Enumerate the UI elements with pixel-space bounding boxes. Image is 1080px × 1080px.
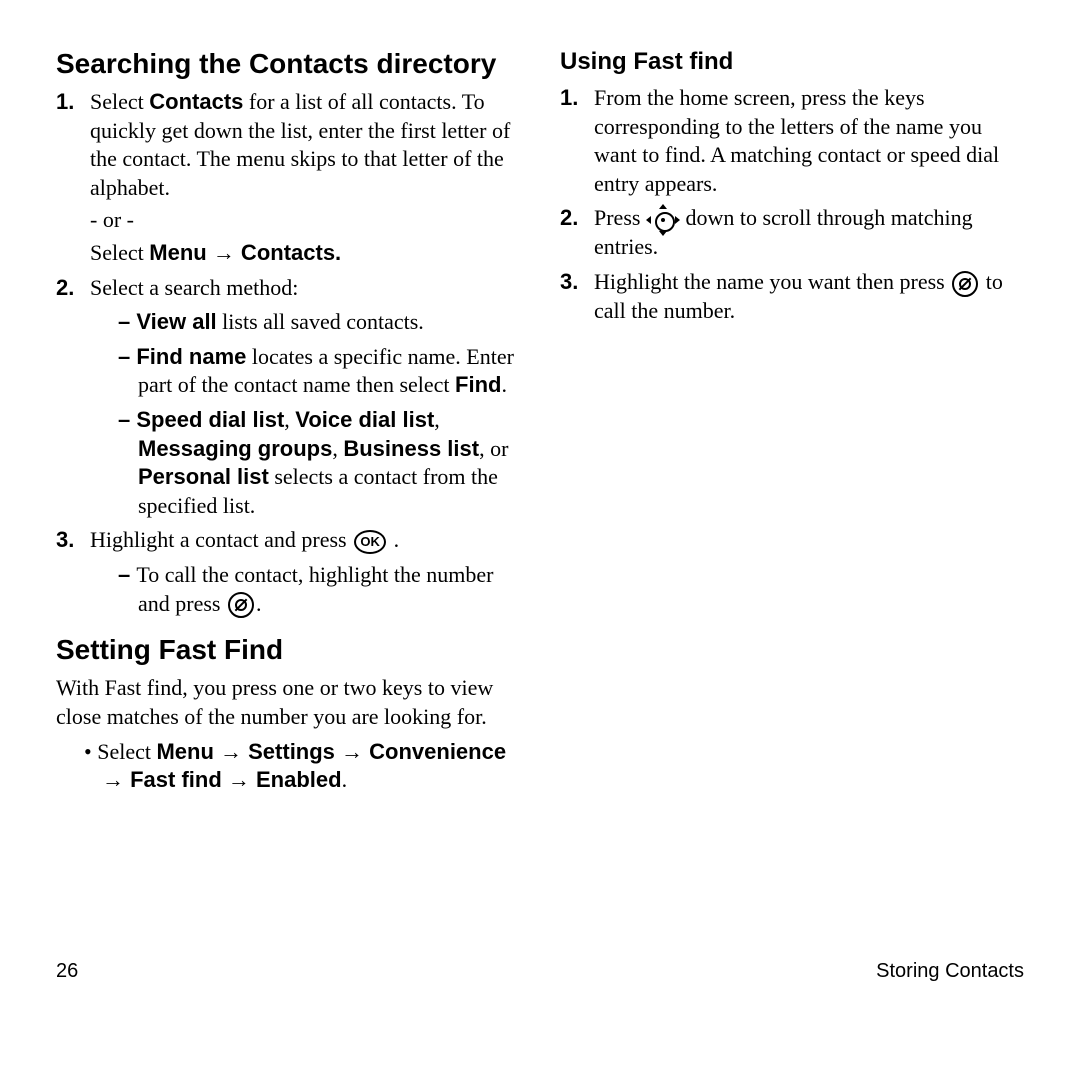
fast-find-desc: With Fast find, you press one or two key… bbox=[56, 674, 520, 731]
text: Highlight the name you want then press bbox=[594, 269, 950, 294]
heading-setting-fast-find: Setting Fast Find bbox=[56, 634, 520, 666]
text: lists all saved contacts. bbox=[217, 309, 424, 334]
bold: Find name bbox=[136, 344, 246, 369]
page-number: 26 bbox=[56, 960, 78, 983]
text: , bbox=[332, 436, 343, 461]
text: Select bbox=[97, 739, 156, 764]
ff-step-1: From the home screen, press the keys cor… bbox=[590, 84, 1024, 198]
bold-menu-contacts: Menu → Contacts. bbox=[149, 240, 341, 265]
bold: Business list bbox=[343, 436, 479, 461]
page-content: Searching the Contacts directory Select … bbox=[0, 0, 1080, 960]
text: . bbox=[501, 372, 507, 397]
nav-key-icon bbox=[648, 207, 678, 233]
method-find-name: Find name locates a specific name. Enter… bbox=[118, 343, 520, 400]
search-methods: View all lists all saved contacts. Find … bbox=[90, 308, 520, 520]
fast-find-steps: Select Menu → Settings → Convenience → F… bbox=[56, 738, 520, 795]
bold-contacts: Contacts bbox=[149, 89, 243, 114]
step3-sub: To call the contact, highlight the numbe… bbox=[90, 561, 520, 619]
heading-searching-contacts: Searching the Contacts directory bbox=[56, 48, 520, 80]
text: Select bbox=[90, 240, 149, 265]
search-steps: Select Contacts for a list of all contac… bbox=[56, 88, 520, 618]
text: To call the contact, highlight the numbe… bbox=[136, 562, 493, 616]
call-contact: To call the contact, highlight the numbe… bbox=[118, 561, 520, 619]
bold-path: Menu → Settings → Convenience → Fast fin… bbox=[102, 739, 506, 793]
bold: View all bbox=[136, 309, 216, 334]
step-3: Highlight a contact and press OK . To ca… bbox=[86, 526, 520, 618]
step-1: Select Contacts for a list of all contac… bbox=[86, 88, 520, 268]
call-icon bbox=[228, 592, 254, 618]
text: , or bbox=[479, 436, 508, 461]
section-name: Storing Contacts bbox=[876, 960, 1024, 983]
bold: Find bbox=[455, 372, 501, 397]
text: Select bbox=[90, 89, 149, 114]
text: Highlight a contact and press bbox=[90, 527, 352, 552]
text: Press bbox=[594, 205, 646, 230]
or-separator: - or - bbox=[90, 206, 520, 235]
page-footer: 26 Storing Contacts bbox=[0, 960, 1080, 983]
text: , bbox=[284, 407, 295, 432]
step-2: Select a search method: View all lists a… bbox=[86, 274, 520, 521]
fast-find-use-steps: From the home screen, press the keys cor… bbox=[560, 84, 1024, 325]
method-view-all: View all lists all saved contacts. bbox=[118, 308, 520, 337]
text: Select a search method: bbox=[90, 275, 298, 300]
left-column: Searching the Contacts directory Select … bbox=[56, 48, 520, 960]
ff-step-3: Highlight the name you want then press t… bbox=[590, 268, 1024, 326]
text: . bbox=[342, 767, 348, 792]
right-column: Using Fast find From the home screen, pr… bbox=[560, 48, 1024, 960]
ff-step-2: Press down to scroll through matching en… bbox=[590, 204, 1024, 262]
ok-button-icon: OK bbox=[354, 530, 386, 554]
text: , bbox=[434, 407, 440, 432]
text: . bbox=[388, 527, 399, 552]
bold: Voice dial list bbox=[295, 407, 434, 432]
enable-fast-find: Select Menu → Settings → Convenience → F… bbox=[84, 738, 520, 795]
heading-using-fast-find: Using Fast find bbox=[560, 48, 1024, 76]
bold: Messaging groups bbox=[138, 436, 332, 461]
method-lists: Speed dial list, Voice dial list, Messag… bbox=[118, 406, 520, 520]
call-icon bbox=[952, 271, 978, 297]
bold: Speed dial list bbox=[136, 407, 284, 432]
bold: Personal list bbox=[138, 464, 269, 489]
